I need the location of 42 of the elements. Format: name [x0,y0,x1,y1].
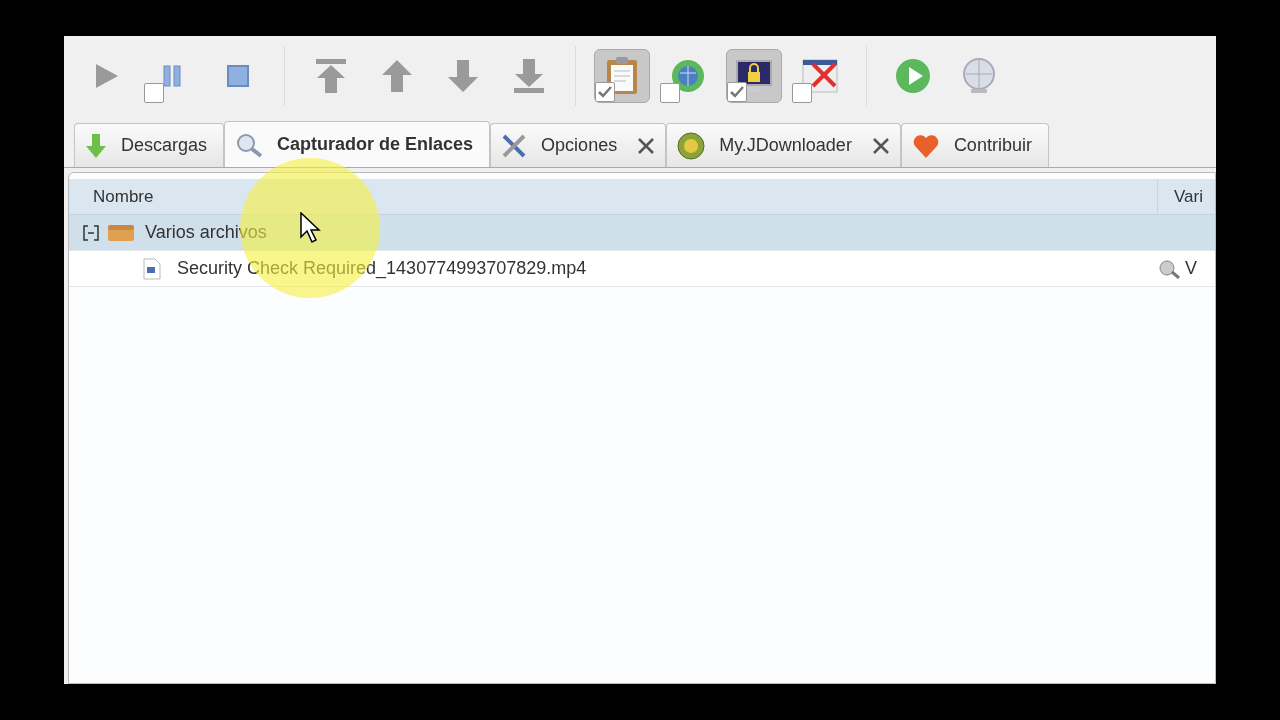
globe-icon [960,57,998,95]
tab-label: My.JDownloader [719,134,853,157]
checkbox[interactable] [660,83,680,103]
close-icon[interactable] [637,136,656,155]
tab-label: Opciones [541,134,619,157]
table-cell-text: V [1185,257,1197,280]
arrow-down-icon [447,59,479,93]
tab[interactable]: My.JDownloader [666,123,901,167]
heart-icon [911,132,940,159]
magnifier-icon [1157,258,1181,279]
tab[interactable]: Opciones [490,123,667,167]
column-header[interactable]: Nombre [69,179,1157,214]
pause-icon [161,64,183,88]
window-close-icon [801,58,839,94]
tab[interactable]: Capturador de Enlaces [224,121,491,167]
move-bottom-icon [513,58,545,94]
arrow-up-icon [381,59,413,93]
stop-icon [226,64,250,88]
box-icon [107,223,135,242]
globe-refresh-icon [670,57,706,95]
refresh-play-icon [894,56,932,96]
toolbar-button[interactable] [726,49,782,103]
tab-label: Capturador de Enlaces [277,133,475,156]
checkbox[interactable] [727,82,747,102]
download-arrow-icon [85,132,107,159]
tab-label: Descargas [121,134,209,157]
round-logo-icon [677,131,706,160]
tree-expander-icon[interactable] [83,224,99,241]
checkbox[interactable] [792,83,812,103]
magnifier-icon [235,131,264,158]
mouse-pointer-icon [300,212,322,244]
tab-label: Contribuir [953,134,1033,157]
move-top-icon [315,58,347,94]
column-header[interactable]: Vari [1157,179,1215,214]
clipboard-icon [605,56,639,96]
tools-icon [501,132,528,159]
checkbox[interactable] [595,82,615,102]
file-icon [143,257,161,280]
checkbox[interactable] [144,83,164,103]
close-icon[interactable] [871,136,890,155]
tab[interactable]: Contribuir [900,123,1049,167]
tab[interactable]: Descargas [74,123,225,167]
